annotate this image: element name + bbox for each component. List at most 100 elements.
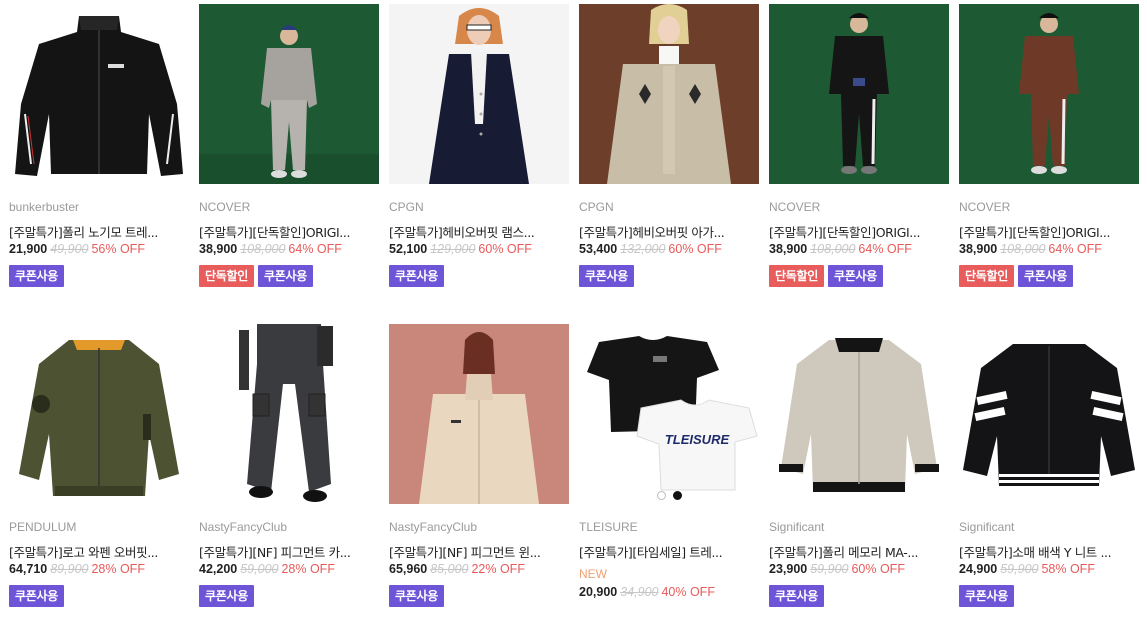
coupon-tag: 쿠폰사용 <box>579 265 634 287</box>
tag-list: 쿠폰사용 <box>579 265 759 287</box>
brand-name[interactable]: CPGN <box>389 200 569 218</box>
product-image[interactable] <box>199 324 379 504</box>
coupon-tag: 쿠폰사용 <box>257 265 313 287</box>
product-name[interactable]: [주말특가]헤비오버핏 아가... <box>579 222 759 241</box>
original-price: 59,000 <box>240 562 279 576</box>
coupon-tag: 쿠폰사용 <box>827 265 883 287</box>
product-card[interactable]: TLEISURE TLEISURE [주말특가][타임세일] 트레... NEW… <box>579 324 759 629</box>
tag-list: 단독할인 쿠폰사용 <box>199 265 379 287</box>
discount-rate: 64% OFF <box>1048 242 1102 256</box>
product-name[interactable]: [주말특가]헤비오버핏 램스... <box>389 222 569 241</box>
product-image[interactable] <box>389 324 569 504</box>
tag-list: 쿠폰사용 <box>769 585 949 607</box>
original-price: 108,000 <box>810 242 856 256</box>
original-price: 59,900 <box>810 562 849 576</box>
coupon-tag: 쿠폰사용 <box>199 585 254 607</box>
brand-name[interactable]: Significant <box>959 520 1139 538</box>
original-price: 49,900 <box>50 242 89 256</box>
discount-rate: 60% OFF <box>851 562 905 576</box>
product-name[interactable]: [주말특가][NF] 피그먼트 윈... <box>389 542 569 561</box>
tag-list: 쿠폰사용 <box>389 585 569 607</box>
product-card[interactable]: NastyFancyClub [주말특가][NF] 피그먼트 윈... 65,9… <box>389 324 569 629</box>
product-name[interactable]: [주말특가]소매 배색 Y 니트 ... <box>959 542 1139 561</box>
product-image[interactable] <box>579 4 759 184</box>
coupon-tag: 쿠폰사용 <box>389 265 444 287</box>
tag-list: 단독할인 쿠폰사용 <box>769 265 949 287</box>
product-image[interactable] <box>959 324 1139 504</box>
brand-name[interactable]: NCOVER <box>769 200 949 218</box>
product-name[interactable]: [주말특가][단독할인]ORIGI... <box>959 222 1139 241</box>
carousel-dot[interactable] <box>656 491 666 500</box>
product-card[interactable]: NastyFancyClub [주말특가][NF] 피그먼트 카... 42,2… <box>199 324 379 629</box>
sale-price: 23,900 <box>769 562 808 576</box>
sale-price: 21,900 <box>9 242 48 256</box>
original-price: 132,000 <box>620 242 666 256</box>
discount-rate: 56% OFF <box>91 242 145 256</box>
product-card[interactable]: bunkerbuster [주말특가]폴리 노기모 트레... 21,900 49… <box>9 4 189 324</box>
tag-list: 쿠폰사용 <box>959 585 1139 607</box>
product-image[interactable] <box>389 4 569 184</box>
product-image[interactable] <box>769 4 949 184</box>
product-name[interactable]: [주말특가][타임세일] 트레... <box>579 542 759 561</box>
discount-rate: 60% OFF <box>668 242 722 256</box>
product-name[interactable]: [주말특가]폴리 메모리 MA-... <box>769 542 949 561</box>
discount-rate: 28% OFF <box>91 562 145 576</box>
product-card[interactable]: Significant [주말특가]소매 배색 Y 니트 ... 24,900 5… <box>959 324 1139 629</box>
price-row: 38,900 108,000 64% OFF <box>199 242 379 262</box>
sale-price: 52,100 <box>389 242 428 256</box>
product-card[interactable]: PENDULUM [주말특가]로고 와펜 오버핏... 64,710 89,900… <box>9 324 189 629</box>
discount-rate: 64% OFF <box>288 242 342 256</box>
coupon-tag: 쿠폰사용 <box>9 265 64 287</box>
product-name[interactable]: [주말특가][단독할인]ORIGI... <box>199 222 379 241</box>
sale-price: 20,900 <box>579 585 618 599</box>
brand-name[interactable]: CPGN <box>579 200 759 218</box>
price-row: 42,200 59,000 28% OFF <box>199 562 379 582</box>
price-row: 20,900 34,900 40% OFF <box>579 585 759 605</box>
product-card[interactable]: NCOVER [주말특가][단독할인]ORIGI... 38,900 108,00… <box>199 4 379 324</box>
product-image[interactable] <box>199 4 379 184</box>
carousel-dot-active[interactable] <box>672 491 682 500</box>
sale-price: 24,900 <box>959 562 998 576</box>
price-row: 64,710 89,900 28% OFF <box>9 562 189 582</box>
price-row: 24,900 59,900 58% OFF <box>959 562 1139 582</box>
coupon-tag: 쿠폰사용 <box>9 585 64 607</box>
brand-name[interactable]: TLEISURE <box>579 520 759 538</box>
brand-name[interactable]: PENDULUM <box>9 520 189 538</box>
brand-name[interactable]: NCOVER <box>959 200 1139 218</box>
product-image[interactable] <box>959 4 1139 184</box>
product-image[interactable] <box>769 324 949 504</box>
original-price: 34,900 <box>620 585 659 599</box>
exclusive-tag: 단독할인 <box>769 265 824 287</box>
product-card[interactable]: NCOVER [주말특가][단독할인]ORIGI... 38,900 108,00… <box>769 4 949 324</box>
discount-rate: 60% OFF <box>478 242 532 256</box>
price-row: 38,900 108,000 64% OFF <box>959 242 1139 262</box>
product-name[interactable]: [주말특가]폴리 노기모 트레... <box>9 222 189 241</box>
sale-price: 38,900 <box>959 242 998 256</box>
tag-list: 쿠폰사용 <box>9 265 189 287</box>
product-card[interactable]: Significant [주말특가]폴리 메모리 MA-... 23,900 59… <box>769 324 949 629</box>
tag-list: 쿠폰사용 <box>389 265 569 287</box>
brand-name[interactable]: NastyFancyClub <box>389 520 569 538</box>
original-price: 89,900 <box>50 562 89 576</box>
brand-name[interactable]: NCOVER <box>199 200 379 218</box>
product-card[interactable]: NCOVER [주말특가][단독할인]ORIGI... 38,900 108,00… <box>959 4 1139 324</box>
brand-name[interactable]: NastyFancyClub <box>199 520 379 538</box>
sale-price: 42,200 <box>199 562 238 576</box>
sale-price: 38,900 <box>769 242 808 256</box>
sale-price: 53,400 <box>579 242 618 256</box>
exclusive-tag: 단독할인 <box>199 265 254 287</box>
product-name[interactable]: [주말특가][단독할인]ORIGI... <box>769 222 949 241</box>
brand-name[interactable]: Significant <box>769 520 949 538</box>
product-image[interactable]: TLEISURE <box>579 324 759 504</box>
discount-rate: 64% OFF <box>858 242 912 256</box>
product-card[interactable]: CPGN [주말특가]헤비오버핏 램스... 52,100 129,000 60% … <box>389 4 569 324</box>
product-image[interactable] <box>9 324 189 504</box>
discount-rate: 58% OFF <box>1041 562 1095 576</box>
product-card[interactable]: CPGN [주말특가]헤비오버핏 아가... 53,400 132,000 60% … <box>579 4 759 324</box>
product-name[interactable]: [주말특가]로고 와펜 오버핏... <box>9 542 189 561</box>
product-image[interactable] <box>9 4 189 184</box>
product-name[interactable]: [주말특가][NF] 피그먼트 카... <box>199 542 379 561</box>
brand-name[interactable]: bunkerbuster <box>9 200 189 218</box>
coupon-tag: 쿠폰사용 <box>1017 265 1073 287</box>
original-price: 108,000 <box>1000 242 1046 256</box>
